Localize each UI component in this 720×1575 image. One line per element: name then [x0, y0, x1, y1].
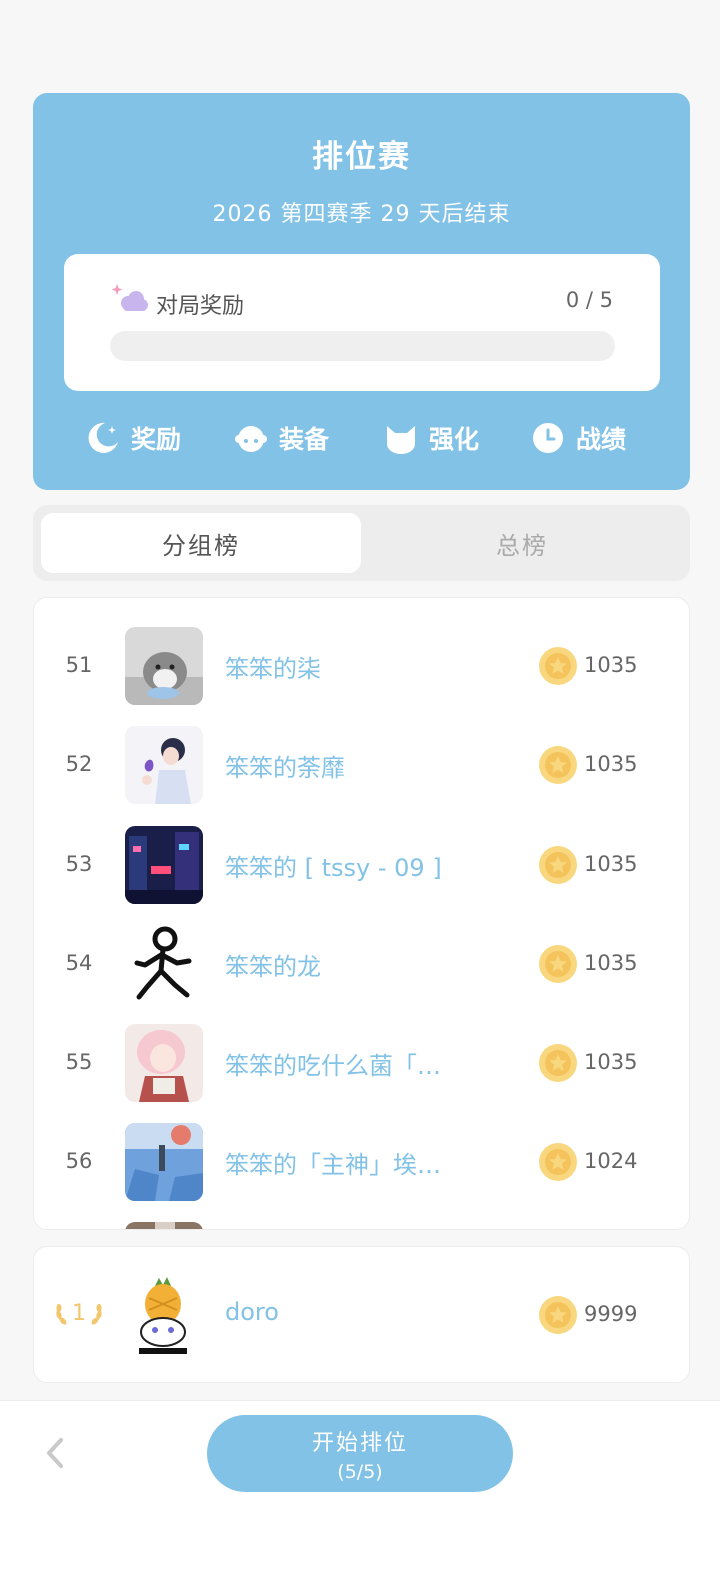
list-item[interactable]: 52 笨笨的荼靡 1035 — [34, 726, 689, 804]
records-label: 战绩 — [576, 425, 627, 454]
rank-number: 51 — [65, 653, 93, 677]
bear-icon — [235, 426, 267, 452]
rewards-label: 奖励 — [131, 425, 182, 454]
records-button[interactable]: 战绩 — [530, 418, 626, 458]
player-name: 笨笨的柒 — [225, 655, 321, 683]
cat-icon — [387, 426, 415, 454]
back-chevron-icon[interactable] — [40, 1435, 70, 1471]
list-item[interactable]: 53 笨笨的 [ tssy - 09 ] 1035 — [34, 826, 689, 904]
reward-count: 0 / 5 — [565, 288, 613, 312]
leaderboard-list[interactable]: 51 笨笨的柒 1035 52 笨笨的荼靡 1035 53 笨笨的 [tssy… — [33, 597, 690, 1230]
score: 1035 — [584, 951, 638, 975]
moon-icon — [88, 422, 118, 453]
my-player-name: doro — [225, 1298, 279, 1326]
coin-icon — [539, 1296, 577, 1334]
laurel-right-icon — [91, 1303, 102, 1325]
list-item[interactable] — [34, 1222, 689, 1229]
score: 1024 — [584, 1149, 638, 1173]
list-item[interactable]: 55 笨笨的吃什么菌「… 1035 — [34, 1024, 689, 1102]
avatar — [125, 826, 203, 904]
start-ranked-button[interactable]: 开始排位 (5/5) — [207, 1415, 513, 1492]
clock-icon — [533, 423, 563, 453]
avatar — [125, 925, 203, 1003]
reward-progress-bar — [110, 331, 615, 361]
bottom-bar: 开始排位 (5/5) — [0, 1400, 720, 1575]
my-rank-row[interactable]: 1 doro 9999 — [34, 1276, 689, 1354]
start-ranked-count: (5/5) — [337, 1461, 383, 1483]
rank-number: 56 — [65, 1149, 93, 1173]
coin-icon — [539, 746, 577, 784]
list-item[interactable]: 54 笨笨的龙 1035 — [34, 925, 689, 1003]
list-item[interactable]: 56 笨笨的「主神」埃… 1024 — [34, 1123, 689, 1201]
player-name: 笨笨的荼靡 — [225, 754, 345, 782]
coin-icon — [539, 945, 577, 983]
coin-icon — [539, 647, 577, 685]
reward-label: 对局奖励 — [156, 294, 245, 319]
tab-group-leaderboard[interactable]: 分组榜 — [41, 513, 361, 573]
coin-icon — [539, 1044, 577, 1082]
avatar — [125, 1222, 203, 1229]
rank-number: 55 — [65, 1050, 93, 1074]
avatar — [125, 1276, 203, 1354]
equipment-button[interactable]: 装备 — [233, 418, 329, 458]
laurel-left-icon — [56, 1303, 67, 1325]
player-name: 笨笨的 [ tssy - 09 ] — [225, 854, 442, 882]
start-ranked-label: 开始排位 — [311, 1431, 408, 1456]
list-item[interactable]: 51 笨笨的柒 1035 — [34, 627, 689, 705]
player-name: 笨笨的吃什么菌「… — [225, 1052, 441, 1080]
equipment-label: 装备 — [279, 425, 330, 454]
my-rank-card[interactable]: 1 doro 9999 — [33, 1246, 690, 1383]
player-name: 笨笨的「主神」埃… — [225, 1151, 441, 1179]
page-title: 排位赛 — [312, 139, 411, 175]
rank-number: 52 — [65, 752, 93, 776]
my-score: 9999 — [584, 1302, 638, 1326]
tab-total-leaderboard[interactable]: 总榜 — [362, 513, 682, 573]
my-rank: 1 — [49, 1300, 109, 1326]
my-rank-number: 1 — [72, 1300, 86, 1326]
sparkle-cloud-icon — [111, 284, 148, 311]
action-bar: 奖励 装备 强化 战绩 — [33, 418, 690, 458]
enhance-label: 强化 — [429, 425, 480, 454]
score: 1035 — [584, 752, 638, 776]
rank-number: 54 — [65, 951, 93, 975]
rank-number: 53 — [65, 852, 93, 876]
ranked-header-card: 排位赛 2026 第四赛季 29 天后结束 对局奖励 0 / 5 奖励 装备 强… — [33, 93, 690, 490]
avatar — [125, 1123, 203, 1201]
player-name: 笨笨的龙 — [225, 953, 321, 981]
score: 1035 — [584, 653, 638, 677]
rewards-button[interactable]: 奖励 — [85, 418, 181, 458]
season-subtitle: 2026 第四赛季 29 天后结束 — [212, 202, 511, 227]
score: 1035 — [584, 1050, 638, 1074]
avatar — [125, 726, 203, 804]
coin-icon — [539, 846, 577, 884]
match-reward-card[interactable]: 对局奖励 0 / 5 — [64, 254, 660, 391]
leaderboard-tabs: 分组榜 总榜 — [33, 505, 690, 581]
enhance-button[interactable]: 强化 — [383, 418, 479, 458]
avatar — [125, 1024, 203, 1102]
avatar — [125, 627, 203, 705]
score: 1035 — [584, 852, 638, 876]
coin-icon — [539, 1143, 577, 1181]
